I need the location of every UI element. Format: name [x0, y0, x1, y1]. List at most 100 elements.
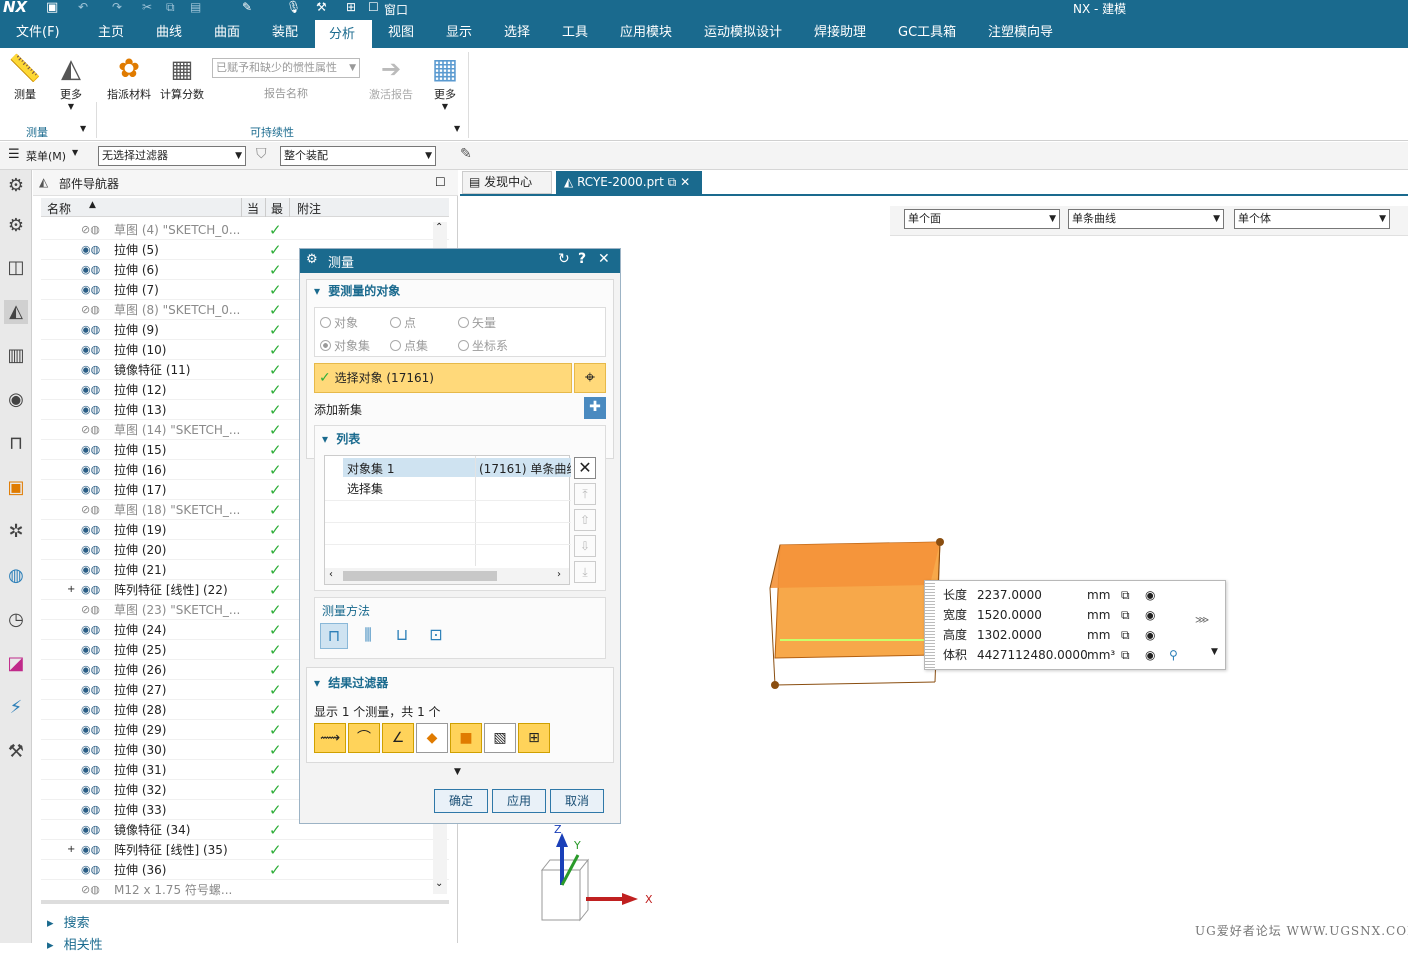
eye-icon[interactable]: ◉◍ — [81, 540, 100, 560]
nav-tree-row[interactable]: ⊘◍ M12 x 1.75 符号螺... — [41, 880, 449, 898]
gears-icon[interactable]: ⚙ — [4, 214, 28, 238]
activate-report-button[interactable]: ➔ 激活报告 — [366, 52, 416, 102]
group-expand-icon[interactable]: ▼ — [80, 124, 86, 133]
move-up-button[interactable]: ⇧ — [574, 509, 596, 531]
eye-icon[interactable]: ◉◍ — [81, 460, 100, 480]
eye-icon[interactable]: ◉◍ — [81, 760, 100, 780]
eye-icon[interactable]: ◉ — [4, 388, 28, 412]
eye-icon[interactable]: ◉◍ — [81, 360, 100, 380]
scroll-up-icon[interactable]: ⌃ — [435, 222, 443, 233]
menu-view[interactable]: 视图 — [384, 18, 418, 48]
menu-app[interactable]: 应用模块 — [616, 18, 676, 48]
copy-icon[interactable]: ⧉ — [1121, 585, 1130, 605]
radio-csys[interactable]: 坐标系 — [458, 337, 508, 354]
eye-icon[interactable]: ◉◍ — [81, 320, 100, 340]
method-box-icon[interactable]: ⊡ — [422, 623, 450, 649]
objects-section-header[interactable]: ▾ 要测量的对象 — [314, 282, 400, 299]
menu-dropdown[interactable]: 菜单(M) — [26, 148, 66, 164]
eye-icon[interactable]: ◉◍ — [81, 560, 100, 580]
menu-surface[interactable]: 曲面 — [210, 18, 244, 48]
eye-icon[interactable]: ◉◍ — [81, 580, 100, 600]
assembly-combo[interactable]: 整个装配 ▼ — [280, 146, 436, 166]
scroll-right-icon[interactable]: › — [557, 569, 561, 580]
save-icon[interactable]: ▣ — [46, 0, 58, 15]
add-set-button[interactable]: ✚ — [584, 397, 606, 419]
model-top-face[interactable] — [770, 542, 940, 588]
help-icon[interactable]: ? — [578, 251, 586, 267]
copy-icon[interactable]: ⧉ — [166, 0, 175, 15]
menu-home[interactable]: 主页 — [94, 18, 128, 48]
menu-assembly[interactable]: 装配 — [268, 18, 302, 48]
menu-gc[interactable]: GC工具箱 — [894, 18, 960, 48]
funnel-icon[interactable]: ⛉ — [256, 146, 267, 162]
eye-icon[interactable]: ◉◍ — [81, 260, 100, 280]
grip-handle[interactable] — [925, 581, 935, 669]
col-name[interactable]: 名称 — [47, 200, 71, 217]
radio-vector[interactable]: 矢量 — [458, 314, 496, 331]
maximize-icon[interactable]: ☐ — [435, 175, 446, 189]
hd3d-icon[interactable]: ✲ — [4, 520, 28, 544]
measure-button[interactable]: 📏 测量 — [6, 52, 44, 102]
menu-select[interactable]: 选择 — [500, 18, 534, 48]
eye-icon[interactable]: ◉ — [1145, 625, 1155, 645]
menu-mold[interactable]: 注塑模向导 — [984, 18, 1057, 48]
scroll-down-icon[interactable]: ⌄ — [435, 878, 443, 889]
splitter[interactable] — [41, 900, 449, 904]
calc-score-button[interactable]: ▦ 计算分数 — [158, 52, 206, 102]
filter-distance-icon[interactable]: ⟿ — [314, 723, 346, 753]
eye-icon[interactable]: ◉◍ — [81, 740, 100, 760]
eye-icon[interactable]: ◉◍ — [81, 400, 100, 420]
copy-icon[interactable]: ⧉ — [1121, 625, 1130, 645]
apply-button[interactable]: 应用 — [492, 789, 546, 813]
expand-icon[interactable]: ⋙ — [1195, 615, 1209, 626]
dialog-titlebar[interactable]: ⚙ 测量 ↻ ? ✕ — [300, 249, 620, 273]
cancel-button[interactable]: 取消 — [550, 789, 604, 813]
search-panel[interactable]: ▸ 搜索 — [47, 912, 90, 931]
method-length-icon[interactable]: ⊓ — [320, 623, 348, 649]
move-bottom-button[interactable]: ⤓ — [574, 561, 596, 583]
eye-icon[interactable]: ◉◍ — [81, 660, 100, 680]
hidden-eye-icon[interactable]: ⊘◍ — [81, 880, 100, 898]
nav-tree-row[interactable]: + ◉◍ 阵列特征 [线性] (35) ✓ — [41, 840, 449, 860]
pin-icon[interactable]: ⚲ — [1169, 645, 1178, 665]
filter-add-icon[interactable]: ⊞ — [518, 723, 550, 753]
eye-icon[interactable]: ◉◍ — [81, 700, 100, 720]
col-latest[interactable]: 最 — [271, 200, 283, 217]
hamburger-icon[interactable]: ☰ — [8, 147, 20, 162]
mic-icon[interactable]: 🎙 — [286, 0, 301, 14]
col-note[interactable]: 附注 — [297, 200, 321, 217]
radio-object-set[interactable]: 对象集 — [320, 337, 370, 354]
filter-area-icon[interactable]: ◆ — [416, 723, 448, 753]
filter-section-header[interactable]: ▾ 结果过滤器 — [314, 674, 388, 691]
history-icon[interactable]: ◷ — [4, 608, 28, 632]
col-current[interactable]: 当 — [247, 200, 259, 217]
reuse-icon[interactable]: ▣ — [4, 476, 28, 500]
menu-analysis[interactable]: 分析 — [315, 18, 372, 48]
chevron-down-icon[interactable]: ▼ — [1211, 647, 1218, 657]
menu-tools[interactable]: 工具 — [558, 18, 592, 48]
eye-icon[interactable]: ◉ — [1145, 585, 1155, 605]
analysis-icon[interactable]: ⚡ — [4, 696, 28, 720]
scroll-left-icon[interactable]: ‹ — [329, 569, 333, 580]
reset-icon[interactable]: ↻ — [558, 251, 570, 267]
move-top-button[interactable]: ⤒ — [574, 483, 596, 505]
nav-tree-row[interactable]: ⊘◍ 草图 (4) "SKETCH_0... ✓ — [41, 220, 449, 240]
delete-set-button[interactable]: ✕ — [574, 457, 596, 479]
list-hscrollbar[interactable]: ‹ › — [325, 568, 569, 584]
window-icon[interactable]: ☐ — [368, 0, 379, 14]
crosshair-icon[interactable]: ⌖ — [574, 363, 606, 393]
filter-arc-icon[interactable]: ⌒ — [348, 723, 380, 753]
grid-icon[interactable]: ⊞ — [346, 0, 356, 14]
nav-tree-row[interactable]: ◉◍ 拉伸 (36) ✓ — [41, 860, 449, 880]
face-rule-combo[interactable]: 单个面 ▼ — [904, 209, 1060, 229]
group-expand-icon[interactable]: ▼ — [454, 124, 460, 133]
filter-hatch-icon[interactable]: ▧ — [484, 723, 516, 753]
eye-icon[interactable]: ◉◍ — [81, 340, 100, 360]
close-icon[interactable]: ✕ — [680, 175, 690, 189]
close-icon[interactable]: ✕ — [598, 251, 610, 267]
eye-icon[interactable]: ◉◍ — [81, 380, 100, 400]
chevron-down-icon[interactable]: ▼ — [72, 148, 78, 157]
eye-icon[interactable]: ◉◍ — [81, 820, 100, 840]
menu-file[interactable]: 文件(F) — [12, 18, 64, 48]
eye-icon[interactable]: ◉◍ — [81, 440, 100, 460]
